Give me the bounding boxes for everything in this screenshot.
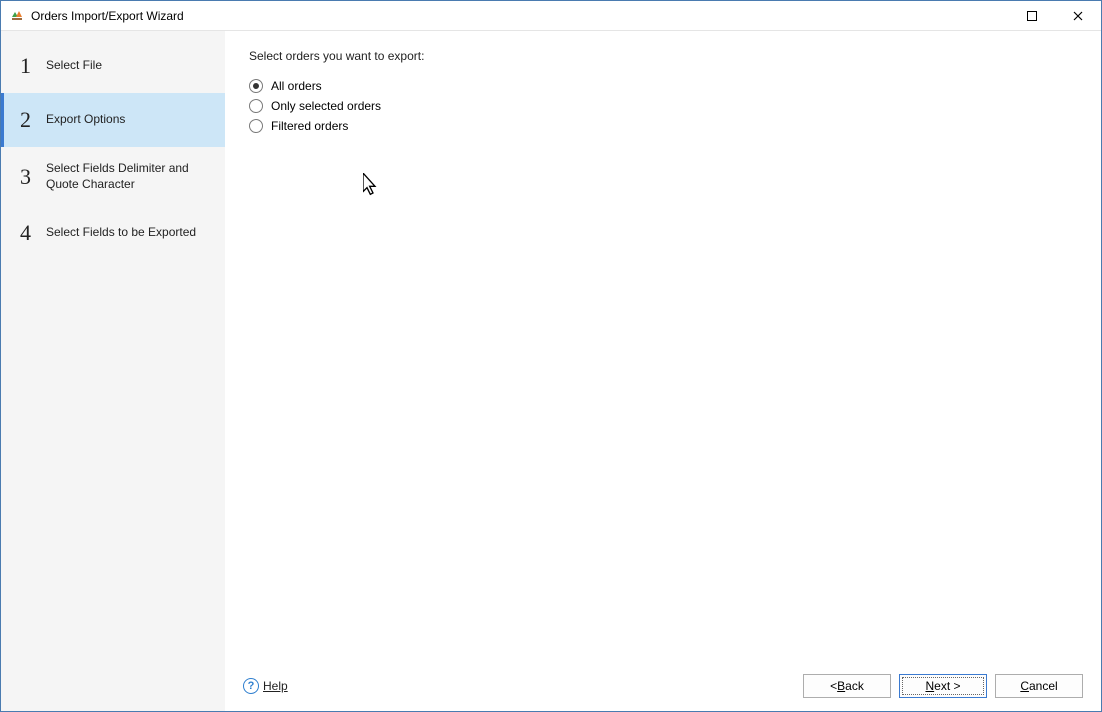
app-icon (9, 8, 25, 24)
help-link[interactable]: ? Help (243, 678, 288, 694)
window-controls (1009, 1, 1101, 30)
help-label: Help (263, 679, 288, 693)
step-delimiter-quote[interactable]: 3 Select Fields Delimiter and Quote Char… (1, 147, 225, 206)
radio-only-selected-orders[interactable]: Only selected orders (249, 99, 1077, 113)
radio-icon (249, 119, 263, 133)
window-title: Orders Import/Export Wizard (31, 9, 1009, 23)
back-button[interactable]: < Back (803, 674, 891, 698)
step-label: Export Options (42, 112, 125, 128)
step-select-file[interactable]: 1 Select File (1, 39, 225, 93)
radio-icon (249, 99, 263, 113)
cursor-icon (363, 173, 379, 197)
step-fields-export[interactable]: 4 Select Fields to be Exported (1, 206, 225, 260)
help-icon: ? (243, 678, 259, 694)
wizard-content: Select orders you want to export: All or… (225, 31, 1101, 711)
step-number: 2 (20, 107, 42, 133)
radio-label: Filtered orders (271, 119, 348, 133)
step-export-options[interactable]: 2 Export Options (1, 93, 225, 147)
close-button[interactable] (1055, 1, 1101, 30)
step-number: 4 (20, 220, 42, 246)
step-label: Select Fields to be Exported (42, 225, 196, 241)
wizard-footer: ? Help < Back Next > Cancel (225, 661, 1101, 711)
step-label: Select Fields Delimiter and Quote Charac… (42, 161, 215, 192)
radio-label: Only selected orders (271, 99, 381, 113)
step-number: 1 (20, 53, 42, 79)
radio-icon (249, 79, 263, 93)
step-number: 3 (20, 164, 42, 190)
main-container: 1 Select File 2 Export Options 3 Select … (1, 31, 1101, 711)
step-label: Select File (42, 58, 102, 74)
next-button[interactable]: Next > (899, 674, 987, 698)
radio-filtered-orders[interactable]: Filtered orders (249, 119, 1077, 133)
maximize-button[interactable] (1009, 1, 1055, 30)
cancel-button[interactable]: Cancel (995, 674, 1083, 698)
export-prompt: Select orders you want to export: (249, 49, 1077, 63)
export-options-group: All orders Only selected orders Filtered… (249, 79, 1077, 133)
radio-all-orders[interactable]: All orders (249, 79, 1077, 93)
wizard-steps-sidebar: 1 Select File 2 Export Options 3 Select … (1, 31, 225, 711)
radio-label: All orders (271, 79, 322, 93)
titlebar: Orders Import/Export Wizard (1, 1, 1101, 31)
